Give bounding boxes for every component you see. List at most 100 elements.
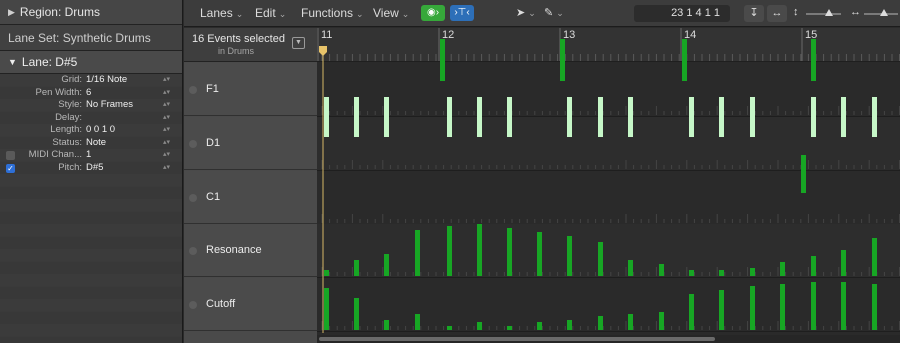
midi-event bbox=[447, 326, 452, 330]
param-row[interactable]: Length: 0 0 1 0 ▴▾ bbox=[0, 124, 182, 137]
midi-event bbox=[628, 314, 633, 330]
lane-grid-svg[interactable] bbox=[317, 28, 900, 343]
param-row[interactable]: Style: No Frames ▴▾ bbox=[0, 99, 182, 112]
lane-name: D1 bbox=[206, 136, 221, 149]
step-editor-grid[interactable]: 11 12 13 14 15 bbox=[317, 28, 900, 343]
midi-event bbox=[354, 97, 359, 137]
midi-event bbox=[811, 256, 816, 276]
param-row[interactable]: Grid: 1/16 Note ▴▾ bbox=[0, 74, 182, 87]
lane-d1[interactable]: D1 bbox=[184, 117, 317, 170]
midi-event bbox=[659, 264, 664, 276]
midi-event bbox=[415, 230, 420, 276]
region-header[interactable]: ▶ Region: Drums bbox=[0, 0, 182, 25]
horizontal-zoom-knob[interactable] bbox=[880, 9, 888, 16]
lane-name: Cutoff bbox=[206, 297, 236, 310]
param-value[interactable]: Note bbox=[86, 137, 106, 150]
functions-menu[interactable]: Functions ⌄ bbox=[301, 6, 364, 20]
param-row[interactable]: MIDI Chan... 1 ▴▾ bbox=[0, 149, 182, 162]
midi-event bbox=[477, 97, 482, 137]
region-label: Region: Drums bbox=[19, 5, 100, 19]
stepper-icon[interactable]: ▴▾ bbox=[163, 137, 170, 150]
lane-set-label: Lane Set: Synthetic Drums bbox=[8, 30, 151, 45]
param-value[interactable]: D#5 bbox=[86, 162, 103, 175]
disclosure-right-icon[interactable]: ▶ bbox=[8, 7, 15, 18]
midi-event bbox=[811, 282, 816, 330]
param-value[interactable]: 1 bbox=[86, 149, 91, 162]
lane-set-header[interactable]: Lane Set: Synthetic Drums bbox=[0, 25, 182, 51]
vertical-zoom-slider[interactable] bbox=[806, 13, 841, 15]
view-menu-label: View bbox=[373, 6, 399, 20]
midi-event bbox=[567, 320, 572, 330]
lane-record-icon[interactable] bbox=[189, 139, 197, 148]
midi-event bbox=[780, 262, 785, 276]
lane-record-icon[interactable] bbox=[189, 85, 197, 94]
param-row[interactable]: Pen Width: 6 ▴▾ bbox=[0, 87, 182, 100]
view-menu[interactable]: View ⌄ bbox=[373, 6, 409, 20]
stepper-icon[interactable]: ▴▾ bbox=[163, 112, 170, 125]
stepper-icon[interactable]: ▴▾ bbox=[163, 74, 170, 87]
lane-record-icon[interactable] bbox=[189, 246, 197, 255]
disclosure-down-icon[interactable]: ▼ bbox=[8, 57, 17, 67]
midi-event bbox=[628, 97, 633, 137]
lane-resonance[interactable]: Resonance bbox=[184, 224, 317, 277]
pointer-tool-menu[interactable]: ➤ ⌄ bbox=[516, 6, 536, 19]
catch-button[interactable]: ›⊤‹ bbox=[450, 5, 474, 21]
param-label: MIDI Chan... bbox=[28, 149, 82, 160]
zoom-fit-horizontal-icon[interactable]: ↔ bbox=[767, 5, 787, 22]
param-label: Style: bbox=[58, 99, 82, 110]
lane-cutoff[interactable]: Cutoff bbox=[184, 278, 317, 331]
collapse-icon[interactable]: ▼ bbox=[292, 37, 305, 49]
lane-record-icon[interactable] bbox=[189, 193, 197, 202]
lane-f1[interactable]: F1 bbox=[184, 63, 317, 116]
midi-event bbox=[659, 312, 664, 330]
param-checkbox[interactable]: ✓ bbox=[6, 163, 15, 173]
midi-event bbox=[598, 242, 603, 276]
edit-menu[interactable]: Edit ⌄ bbox=[255, 6, 286, 20]
midi-event bbox=[324, 288, 329, 330]
midi-event bbox=[750, 268, 755, 276]
position-counter[interactable]: 23 1 4 1 1 bbox=[634, 5, 730, 22]
horizontal-zoom-icon: ↔ bbox=[850, 6, 861, 18]
lane-header[interactable]: ▼ Lane: D#5 bbox=[0, 51, 182, 74]
param-value[interactable]: No Frames bbox=[86, 99, 133, 112]
midi-event bbox=[719, 97, 724, 137]
vertical-zoom-knob[interactable] bbox=[825, 9, 833, 16]
lane-record-icon[interactable] bbox=[189, 300, 197, 309]
selection-count: 16 Events selected bbox=[192, 33, 285, 45]
param-label: Delay: bbox=[55, 111, 82, 123]
midi-event bbox=[719, 270, 724, 276]
lane-c1[interactable]: C1 bbox=[184, 171, 317, 224]
midi-event bbox=[477, 322, 482, 330]
midi-event bbox=[567, 97, 572, 137]
param-row[interactable]: ✓ Pitch: D#5 ▴▾ bbox=[0, 162, 182, 175]
stepper-icon[interactable]: ▴▾ bbox=[163, 162, 170, 175]
midi-event bbox=[841, 97, 846, 137]
param-value[interactable]: 1/16 Note bbox=[86, 74, 127, 87]
param-value[interactable]: 0 0 1 0 bbox=[86, 124, 115, 137]
midi-event bbox=[689, 294, 694, 330]
lanes-menu-label: Lanes bbox=[200, 6, 233, 20]
zoom-fit-vertical-icon[interactable]: ↧ bbox=[744, 5, 764, 22]
scroll-thumb[interactable] bbox=[319, 337, 715, 341]
midi-in-button[interactable]: ◉› bbox=[421, 5, 445, 21]
midi-event bbox=[354, 298, 359, 330]
param-value[interactable]: 6 bbox=[86, 87, 91, 100]
stepper-icon[interactable]: ▴▾ bbox=[163, 99, 170, 112]
chevron-down-icon: ⌄ bbox=[235, 9, 244, 19]
param-label: Grid: bbox=[61, 74, 82, 85]
midi-event bbox=[750, 97, 755, 137]
midi-event bbox=[598, 316, 603, 330]
param-row[interactable]: Delay: ▴▾ bbox=[0, 112, 182, 125]
param-row[interactable]: Status: Note ▴▾ bbox=[0, 137, 182, 150]
stepper-icon[interactable]: ▴▾ bbox=[163, 149, 170, 162]
param-checkbox[interactable] bbox=[6, 151, 15, 160]
midi-in-icon: ◉› bbox=[426, 7, 440, 18]
horizontal-scrollbar[interactable] bbox=[317, 335, 900, 343]
midi-event bbox=[598, 97, 603, 137]
midi-event bbox=[354, 260, 359, 276]
stepper-icon[interactable]: ▴▾ bbox=[163, 124, 170, 137]
stepper-icon[interactable]: ▴▾ bbox=[163, 87, 170, 100]
pencil-tool-menu[interactable]: ✎ ⌄ bbox=[544, 6, 564, 19]
midi-event bbox=[780, 284, 785, 330]
lanes-menu[interactable]: Lanes ⌄ bbox=[200, 6, 243, 20]
